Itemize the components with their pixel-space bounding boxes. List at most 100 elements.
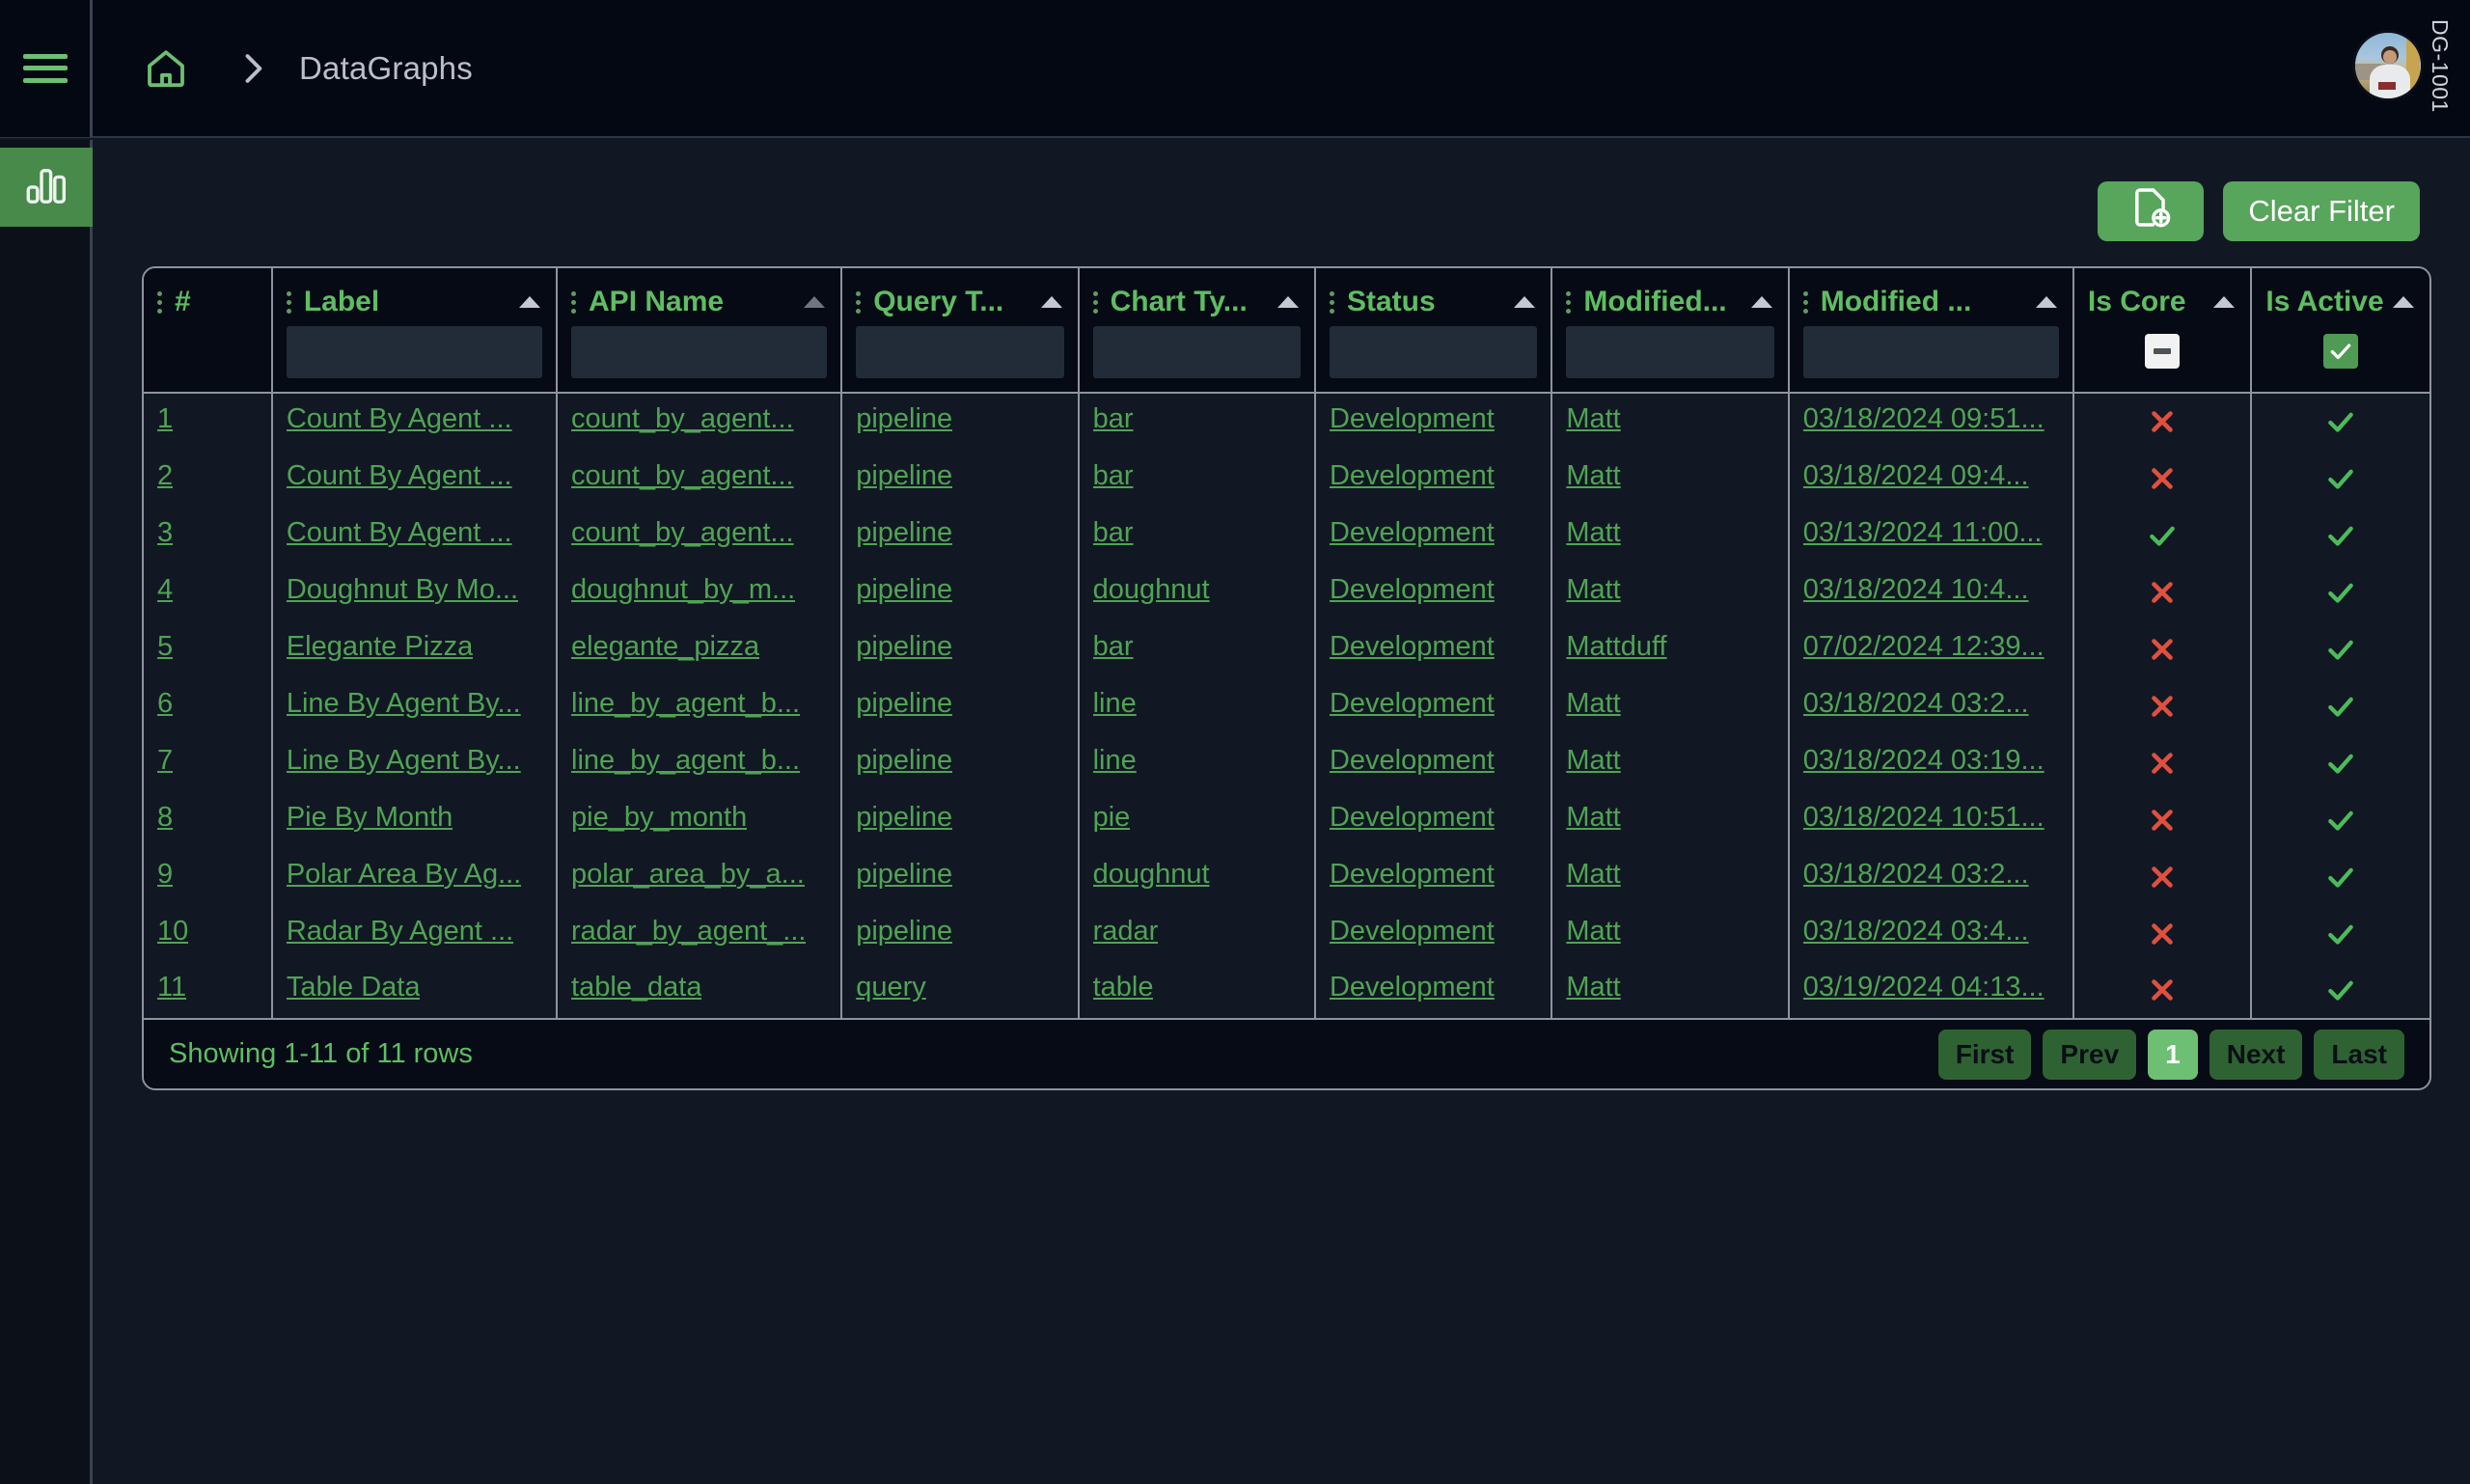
cell-link[interactable]: count_by_agent... xyxy=(571,403,794,435)
pagination-first-button[interactable]: First xyxy=(1937,1029,2032,1080)
column-filter-input[interactable] xyxy=(1092,326,1301,378)
cell-link[interactable]: 4 xyxy=(157,574,173,606)
pagination-next-button[interactable]: Next xyxy=(2209,1029,2303,1080)
cell-link[interactable]: 03/18/2024 09:51... xyxy=(1803,403,2045,435)
column-header-api-name[interactable]: API Name xyxy=(557,268,843,394)
cell-link[interactable]: count_by_agent... xyxy=(571,460,794,492)
column-menu-icon[interactable] xyxy=(157,290,162,314)
column-menu-icon[interactable] xyxy=(571,290,577,314)
sort-ascending-icon[interactable] xyxy=(1512,294,1537,310)
cell-link[interactable]: table_data xyxy=(571,972,701,1003)
cell-link[interactable]: Matt xyxy=(1566,802,1620,834)
cell-link[interactable]: pipeline xyxy=(856,631,952,663)
cell-link[interactable]: Development xyxy=(1330,460,1495,492)
column-filter-input[interactable] xyxy=(1566,326,1774,378)
cell-link[interactable]: Development xyxy=(1330,517,1495,549)
cell-link[interactable]: bar xyxy=(1093,403,1134,435)
cell-link[interactable]: pie_by_month xyxy=(571,802,747,834)
cell-link[interactable]: 9 xyxy=(157,859,173,891)
cell-link[interactable]: pipeline xyxy=(856,859,952,891)
cell-link[interactable]: table xyxy=(1093,972,1154,1003)
cell-link[interactable]: Line By Agent By... xyxy=(287,745,521,777)
cell-link[interactable]: query xyxy=(856,972,926,1003)
sort-ascending-icon[interactable] xyxy=(2391,294,2416,310)
column-filter-input[interactable] xyxy=(856,326,1064,378)
cell-link[interactable]: 03/18/2024 10:51... xyxy=(1803,802,2045,834)
cell-link[interactable]: radar xyxy=(1093,916,1159,948)
clear-filter-button[interactable]: Clear Filter xyxy=(2223,181,2420,241)
pagination-1-button[interactable]: 1 xyxy=(2148,1029,2198,1080)
cell-link[interactable]: doughnut xyxy=(1093,574,1210,606)
breadcrumb-current[interactable]: DataGraphs xyxy=(299,50,473,87)
cell-link[interactable]: 03/18/2024 10:4... xyxy=(1803,574,2029,606)
cell-link[interactable]: pipeline xyxy=(856,802,952,834)
cell-link[interactable]: elegante_pizza xyxy=(571,631,759,663)
cell-link[interactable]: pipeline xyxy=(856,745,952,777)
column-filter-checkbox-checked[interactable] xyxy=(2323,334,2359,369)
cell-link[interactable]: pipeline xyxy=(856,517,952,549)
column-header-[interactable]: # xyxy=(144,268,273,394)
cell-link[interactable]: 10 xyxy=(157,916,188,948)
column-menu-icon[interactable] xyxy=(1802,290,1808,314)
column-header-is-active[interactable]: Is Active xyxy=(2251,268,2429,394)
pagination-prev-button[interactable]: Prev xyxy=(2043,1029,2137,1080)
column-header-chart-ty[interactable]: Chart Ty... xyxy=(1078,268,1316,394)
column-filter-checkbox-indeterminate[interactable] xyxy=(2145,334,2181,369)
cell-link[interactable]: 6 xyxy=(157,688,173,720)
cell-link[interactable]: Development xyxy=(1330,688,1495,720)
cell-link[interactable]: doughnut_by_m... xyxy=(571,574,795,606)
cell-link[interactable]: pie xyxy=(1093,802,1131,834)
cell-link[interactable]: Matt xyxy=(1566,745,1620,777)
column-menu-icon[interactable] xyxy=(1092,290,1098,314)
cell-link[interactable]: radar_by_agent_... xyxy=(571,916,806,948)
cell-link[interactable]: Matt xyxy=(1566,916,1620,948)
cell-link[interactable]: Mattduff xyxy=(1566,631,1666,663)
cell-link[interactable]: Development xyxy=(1330,916,1495,948)
cell-link[interactable]: Doughnut By Mo... xyxy=(287,574,518,606)
column-menu-icon[interactable] xyxy=(1566,290,1572,314)
cell-link[interactable]: 03/18/2024 03:2... xyxy=(1803,859,2029,891)
cell-link[interactable]: 03/18/2024 03:4... xyxy=(1803,916,2029,948)
sort-ascending-icon[interactable] xyxy=(1039,294,1064,310)
column-filter-input[interactable] xyxy=(286,326,543,378)
cell-link[interactable]: 07/02/2024 12:39... xyxy=(1803,631,2045,663)
cell-link[interactable]: pipeline xyxy=(856,460,952,492)
cell-link[interactable]: 11 xyxy=(157,972,186,1003)
sort-ascending-icon[interactable] xyxy=(2211,294,2237,310)
sort-ascending-icon[interactable] xyxy=(517,294,542,310)
user-menu[interactable]: DG-1001 xyxy=(2355,19,2453,113)
cell-link[interactable]: line_by_agent_b... xyxy=(571,745,800,777)
menu-toggle-button[interactable] xyxy=(0,0,93,137)
cell-link[interactable]: Matt xyxy=(1566,460,1620,492)
cell-link[interactable]: bar xyxy=(1093,517,1134,549)
sidebar-item-datagraphs[interactable] xyxy=(0,148,93,227)
sort-ascending-icon[interactable] xyxy=(1749,294,1774,310)
cell-link[interactable]: 8 xyxy=(157,802,173,834)
cell-link[interactable]: Development xyxy=(1330,403,1495,435)
home-icon[interactable] xyxy=(143,45,189,92)
cell-link[interactable]: pipeline xyxy=(856,688,952,720)
cell-link[interactable]: 7 xyxy=(157,745,173,777)
cell-link[interactable]: Matt xyxy=(1566,859,1620,891)
cell-link[interactable]: pipeline xyxy=(856,916,952,948)
cell-link[interactable]: Matt xyxy=(1566,688,1620,720)
cell-link[interactable]: pipeline xyxy=(856,403,952,435)
column-header-is-core[interactable]: Is Core xyxy=(2072,268,2253,394)
sort-ascending-icon[interactable] xyxy=(2034,294,2059,310)
column-filter-input[interactable] xyxy=(1329,326,1538,378)
pagination-last-button[interactable]: Last xyxy=(2314,1029,2404,1080)
cell-link[interactable]: Count By Agent ... xyxy=(287,517,512,549)
cell-link[interactable]: Line By Agent By... xyxy=(287,688,521,720)
column-menu-icon[interactable] xyxy=(286,290,291,314)
cell-link[interactable]: line_by_agent_b... xyxy=(571,688,800,720)
column-header-query-t[interactable]: Query T... xyxy=(841,268,1080,394)
cell-link[interactable]: Matt xyxy=(1566,574,1620,606)
cell-link[interactable]: 5 xyxy=(157,631,173,663)
sort-ascending-icon[interactable] xyxy=(802,294,827,310)
cell-link[interactable]: Count By Agent ... xyxy=(287,460,512,492)
cell-link[interactable]: bar xyxy=(1093,460,1134,492)
column-filter-input[interactable] xyxy=(571,326,828,378)
sort-ascending-icon[interactable] xyxy=(1276,294,1301,310)
cell-link[interactable]: Polar Area By Ag... xyxy=(287,859,521,891)
cell-link[interactable]: Table Data xyxy=(287,972,421,1003)
